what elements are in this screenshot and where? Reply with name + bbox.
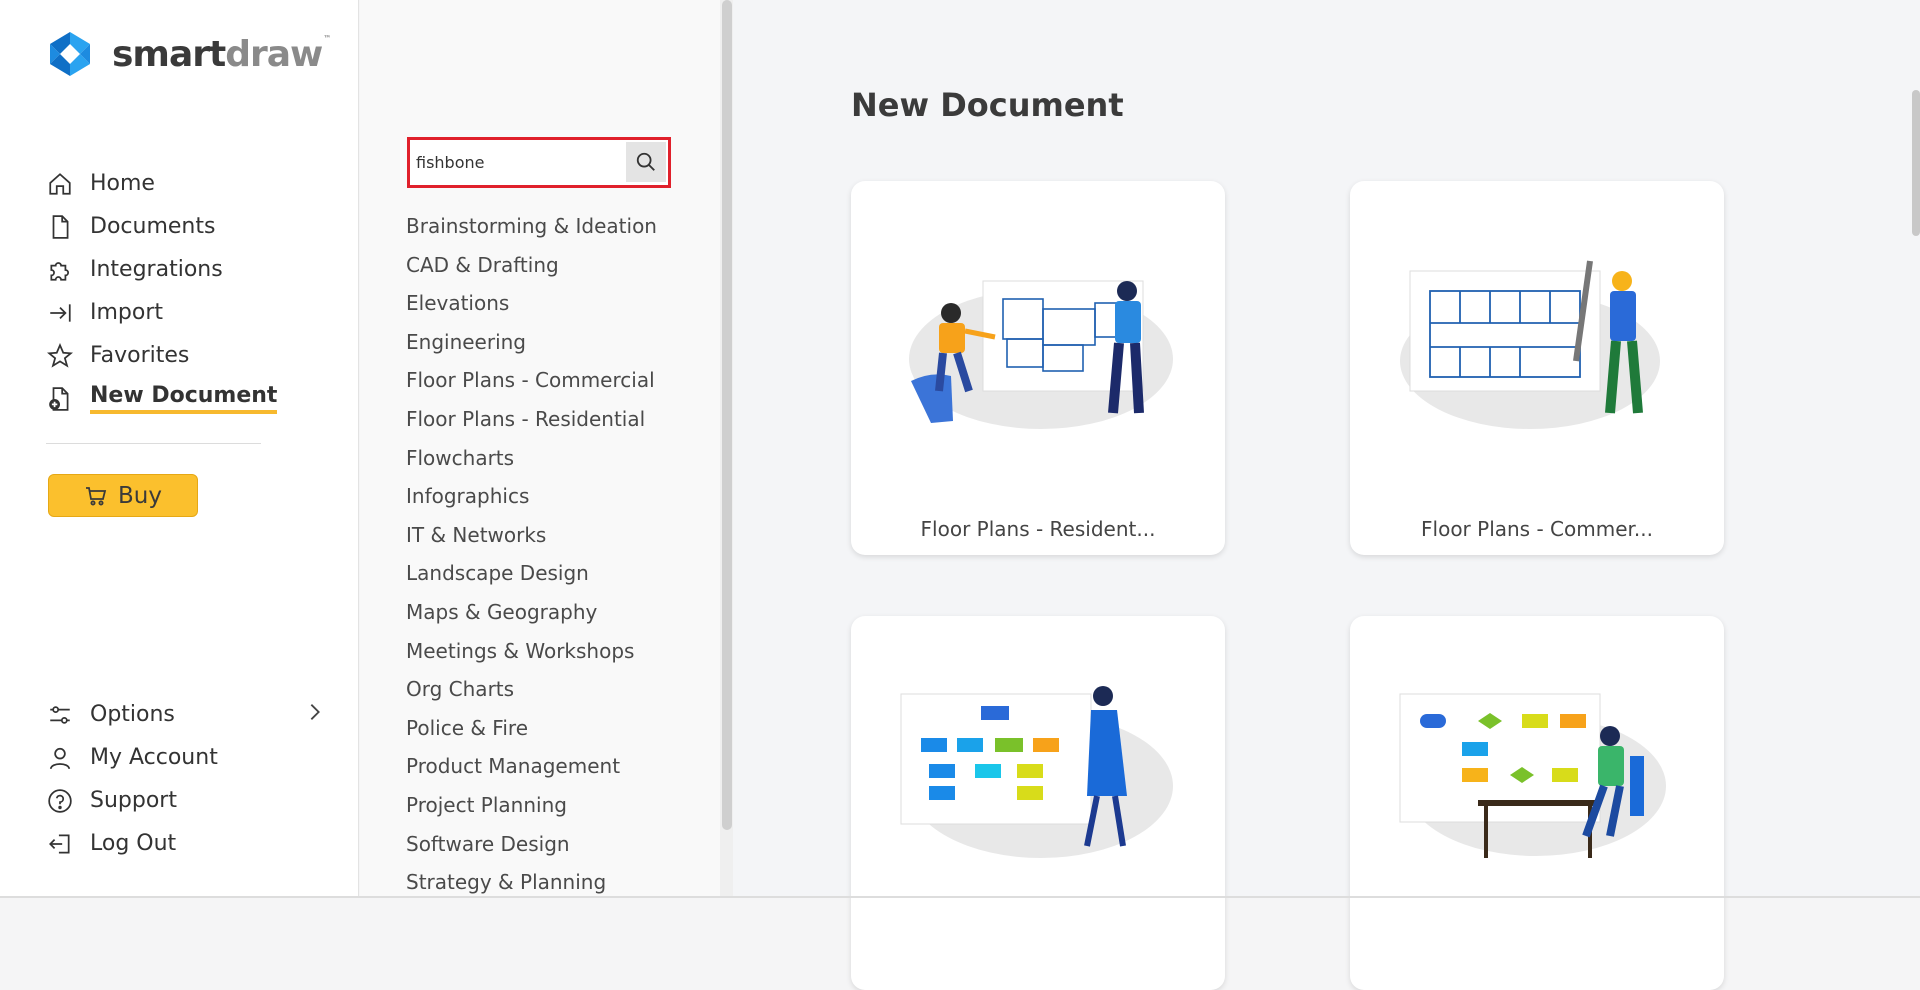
flowchart-illustration <box>1399 693 1666 858</box>
nav-item-favorites[interactable]: Favorites <box>46 334 346 377</box>
sliders-icon <box>46 701 74 729</box>
category-item[interactable]: Flowcharts <box>406 439 706 478</box>
category-item[interactable]: Org Charts <box>406 670 706 709</box>
star-icon <box>46 342 74 370</box>
org-chart-illustration <box>900 686 1173 858</box>
template-card-org-chart[interactable] <box>851 616 1225 990</box>
nav-label-options: Options <box>90 702 175 727</box>
user-icon <box>46 744 74 772</box>
category-panel: Brainstorming & IdeationCAD & DraftingEl… <box>360 0 732 898</box>
search-input[interactable] <box>416 146 634 179</box>
nav-item-options[interactable]: Options <box>46 693 346 736</box>
main-content: New Document Floor Plans - Resident... F… <box>733 0 1920 990</box>
floor-plan-residential-illustration <box>909 280 1173 429</box>
category-item[interactable]: Floor Plans - Residential <box>406 400 706 439</box>
sidebar-divider <box>46 443 261 444</box>
buy-button[interactable]: Buy <box>48 474 198 517</box>
floor-plan-commercial-illustration <box>1400 260 1660 429</box>
puzzle-icon <box>46 256 74 284</box>
card-label: Floor Plans - Commer... <box>1421 517 1653 541</box>
nav-item-new-document[interactable]: New Document <box>46 377 346 420</box>
nav-item-import[interactable]: Import <box>46 291 346 334</box>
nav-label-favorites: Favorites <box>90 343 190 368</box>
chevron-right-icon <box>304 700 326 730</box>
nav-item-log-out[interactable]: Log Out <box>46 822 346 865</box>
search-button[interactable] <box>626 142 666 182</box>
brand-part1: smart <box>112 33 226 75</box>
brand-name: smartdraw™ <box>112 33 331 75</box>
main-scrollbar-thumb[interactable] <box>1912 90 1920 236</box>
category-item[interactable]: Brainstorming & Ideation <box>406 207 706 246</box>
category-item[interactable]: Engineering <box>406 323 706 362</box>
home-icon <box>46 170 74 198</box>
page-title: New Document <box>851 86 1124 124</box>
help-icon <box>46 787 74 815</box>
category-item[interactable]: Police & Fire <box>406 709 706 748</box>
template-card-floor-plans-commercial[interactable]: Floor Plans - Commer... <box>1350 181 1724 555</box>
cart-icon <box>86 486 107 505</box>
nav-label-support: Support <box>90 788 177 813</box>
nav-label-log-out: Log Out <box>90 831 177 856</box>
logout-icon <box>46 830 74 858</box>
nav-label-home: Home <box>90 171 155 196</box>
category-scrollbar-thumb[interactable] <box>722 0 732 830</box>
category-item[interactable]: Landscape Design <box>406 554 706 593</box>
import-icon <box>46 299 74 327</box>
category-item[interactable]: Infographics <box>406 477 706 516</box>
category-item[interactable]: Meetings & Workshops <box>406 632 706 671</box>
nav-item-documents[interactable]: Documents <box>46 205 346 248</box>
card-label: Floor Plans - Resident... <box>920 517 1156 541</box>
nav-label-my-account: My Account <box>90 745 218 770</box>
nav-item-support[interactable]: Support <box>46 779 346 822</box>
nav-label-import: Import <box>90 300 164 325</box>
new-document-icon <box>46 385 74 413</box>
buy-label: Buy <box>118 482 162 509</box>
search-box <box>407 137 671 188</box>
category-item[interactable]: Elevations <box>406 284 706 323</box>
category-item[interactable]: Maps & Geography <box>406 593 706 632</box>
sidebar: smartdraw™ Home Documents Integrations I… <box>0 0 359 898</box>
nav-label-integrations: Integrations <box>90 257 223 282</box>
nav-item-my-account[interactable]: My Account <box>46 736 346 779</box>
nav-label-documents: Documents <box>90 214 216 239</box>
search-icon <box>636 152 655 171</box>
category-item[interactable]: IT & Networks <box>406 516 706 555</box>
nav-label-new-document: New Document <box>90 383 278 414</box>
brand-part2: draw <box>225 33 323 75</box>
category-list: Brainstorming & Ideation CAD & Drafting El… <box>406 207 706 902</box>
smartdraw-logo-icon <box>50 32 90 76</box>
nav-item-integrations[interactable]: Integrations <box>46 248 346 291</box>
category-item[interactable]: Project Planning <box>406 786 706 825</box>
brand-tm: ™ <box>323 33 331 43</box>
document-icon <box>46 213 74 241</box>
nav-item-home[interactable]: Home <box>46 162 346 205</box>
template-card-flowchart[interactable] <box>1350 616 1724 990</box>
smartdraw-logo[interactable]: smartdraw™ <box>46 31 331 77</box>
account-nav: Options My Account Support Log Out <box>46 693 346 865</box>
category-item[interactable]: Floor Plans - Commercial <box>406 361 706 400</box>
category-item[interactable]: Product Management <box>406 747 706 786</box>
main-nav: Home Documents Integrations Import Favor… <box>46 162 346 420</box>
category-item[interactable]: CAD & Drafting <box>406 246 706 285</box>
template-card-floor-plans-residential[interactable]: Floor Plans - Resident... <box>851 181 1225 555</box>
category-item[interactable]: Software Design <box>406 825 706 864</box>
